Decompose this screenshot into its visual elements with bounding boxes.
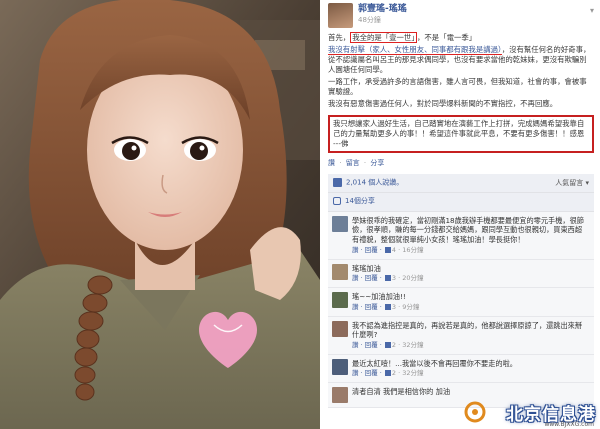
para2-highlight: 我沒有射擊（家人、女性朋友、同事都有跟我是講過） xyxy=(328,44,502,55)
post-menu-chevron-icon[interactable]: ▾ xyxy=(590,6,594,17)
comment-sort-dropdown[interactable]: 人氣留言 ▾ xyxy=(555,179,589,188)
post-paragraph-1: 首先， 我全的是「壹一世」 ，不是「電一季」 xyxy=(328,32,594,43)
likes-summary: 2,014 個人說讚。 人氣留言 ▾ xyxy=(328,174,594,194)
share-icon xyxy=(333,197,341,206)
post-panel: 郭壹瑤-瑤瑤 48分鐘 ▾ 首先， 我全的是「壹一世」 ，不是「電一季」 我沒有射擊… xyxy=(320,0,600,429)
author-avatar[interactable] xyxy=(328,3,353,28)
commenter-avatar[interactable] xyxy=(332,263,348,280)
post-paragraph-2: 我沒有射擊（家人、女性朋友、同事都有跟我是講過），沒有幫任何名的好奇事，從不認識… xyxy=(328,44,594,75)
comment-meta: 讚 · 回覆 · 3 · 20分鐘 xyxy=(352,274,424,283)
comment-time[interactable]: 16分鐘 xyxy=(402,246,423,254)
para1-lead: 首先， xyxy=(328,33,351,42)
selfie-illustration xyxy=(0,0,320,429)
comment-time[interactable]: 32分鐘 xyxy=(402,369,423,377)
comment-meta: 讚 · 回覆 · 2 · 32分鐘 xyxy=(352,340,424,349)
comment-text: 瑤~~加油加油!! xyxy=(352,292,406,302)
comment-actions[interactable]: 讚 · 回覆 · xyxy=(352,341,384,349)
comment-text: 我不認為進指控是真的，再說若是真的，他都說選擇原諒了，還跳出來掰什麼咧? xyxy=(352,320,583,340)
comment-action[interactable]: 留言 xyxy=(346,159,360,167)
commenter-avatar[interactable] xyxy=(332,387,348,404)
comment-like-count: 2 xyxy=(391,340,397,349)
like-thumb-icon xyxy=(333,178,342,188)
post-boxed-paragraph: 我只想讓家人過好生活，自己踏實地在演藝工作上打拼，完成媽媽希望我靠自己的力量幫助… xyxy=(328,114,594,153)
comment-meta: 讚 · 回覆 · 2 · 32分鐘 xyxy=(352,369,424,378)
post-actions: 讚 · 留言 · 分享 xyxy=(328,158,385,167)
author-name[interactable]: 郭壹瑤-瑤瑤 xyxy=(358,3,590,15)
comment-item: 最近太紅噎！...我當以後不會再回覆你不要走的啦。 讚 · 回覆 · 2 · 3… xyxy=(328,355,594,384)
comment-meta: 讚 · 回覆 · 4 · 16分鐘 xyxy=(352,245,424,254)
post-paragraph-4: 我沒有惡意傷害過任何人，對於同學爆料新聞的不實指控，不再回應。 xyxy=(328,98,558,108)
comment-actions[interactable]: 讚 · 回覆 · xyxy=(352,246,384,254)
like-thumb-icon xyxy=(384,341,391,348)
commenter-avatar[interactable] xyxy=(332,292,348,309)
comment-actions[interactable]: 讚 · 回覆 · xyxy=(352,274,384,282)
comment-like-count: 3 xyxy=(391,274,397,283)
site-watermark: 北京信息港 www.BJXXG.com xyxy=(454,395,600,429)
comment-text: 學妹很乖的我確定，當初剛滿18歲我辦手機都要最便宜的零元手機，很節儉，很孝順，賺… xyxy=(352,215,584,245)
watermark-url: www.BJXXG.com xyxy=(544,421,594,428)
comment-text: 最近太紅噎！...我當以後不會再回覆你不要走的啦。 xyxy=(352,358,517,368)
like-thumb-icon xyxy=(384,275,391,282)
likes-count[interactable]: 2,014 個人說讚。 xyxy=(346,179,403,187)
comment-item: 瑤瑤加油 讚 · 回覆 · 3 · 20分鐘 xyxy=(328,260,594,289)
comment-actions[interactable]: 讚 · 回覆 · xyxy=(352,303,384,311)
share-action[interactable]: 分享 xyxy=(370,159,384,167)
comment-item: 我不認為進指控是真的，再說若是真的，他都說選擇原諒了，還跳出來掰什麼咧? 讚 ·… xyxy=(328,317,594,355)
watermark-logo-icon xyxy=(464,401,486,423)
comment-like-count: 2 xyxy=(391,369,397,378)
comment-like-count: 3 xyxy=(391,302,397,311)
shares-count[interactable]: 14個分享 xyxy=(345,197,375,205)
like-thumb-icon xyxy=(384,246,391,253)
comment-item: 學妹很乖的我確定，當初剛滿18歲我辦手機都要最便宜的零元手機，很節儉，很孝順，賺… xyxy=(328,212,594,260)
comment-item: 瑤~~加油加油!! 讚 · 回覆 · 3 · 9分鐘 xyxy=(328,288,594,317)
comment-text: 瑤瑤加油 xyxy=(352,263,381,273)
commenter-avatar[interactable] xyxy=(332,320,348,337)
comment-time[interactable]: 9分鐘 xyxy=(402,303,419,311)
post-paragraph-3: 一路工作，承受過許多的言語傷害，雖人言可畏，但我知道，社會的事，會被事實驗證。 xyxy=(328,76,587,96)
comment-meta: 讚 · 回覆 · 3 · 9分鐘 xyxy=(352,302,420,311)
comment-time[interactable]: 20分鐘 xyxy=(402,274,423,282)
comment-list: 學妹很乖的我確定，當初剛滿18歲我辦手機都要最便宜的零元手機，很節儉，很孝順，賺… xyxy=(328,211,594,409)
like-action[interactable]: 讚 xyxy=(328,159,335,167)
like-thumb-icon xyxy=(384,303,391,310)
comment-like-count: 4 xyxy=(391,245,397,254)
like-thumb-icon xyxy=(384,370,391,377)
commenter-avatar[interactable] xyxy=(332,215,348,232)
commenter-avatar[interactable] xyxy=(332,358,348,375)
post-time[interactable]: 48分鐘 xyxy=(358,16,590,25)
post-header: 郭壹瑤-瑤瑤 48分鐘 ▾ xyxy=(328,3,594,31)
para1-tail: ，不是「電一季」 xyxy=(417,33,477,42)
para1-highlight: 我全的是「壹一世」 xyxy=(350,32,418,43)
selfie-photo xyxy=(0,0,320,429)
comment-time[interactable]: 32分鐘 xyxy=(402,341,423,349)
comment-actions[interactable]: 讚 · 回覆 · xyxy=(352,369,384,377)
shares-summary: 14個分享 xyxy=(328,193,594,212)
